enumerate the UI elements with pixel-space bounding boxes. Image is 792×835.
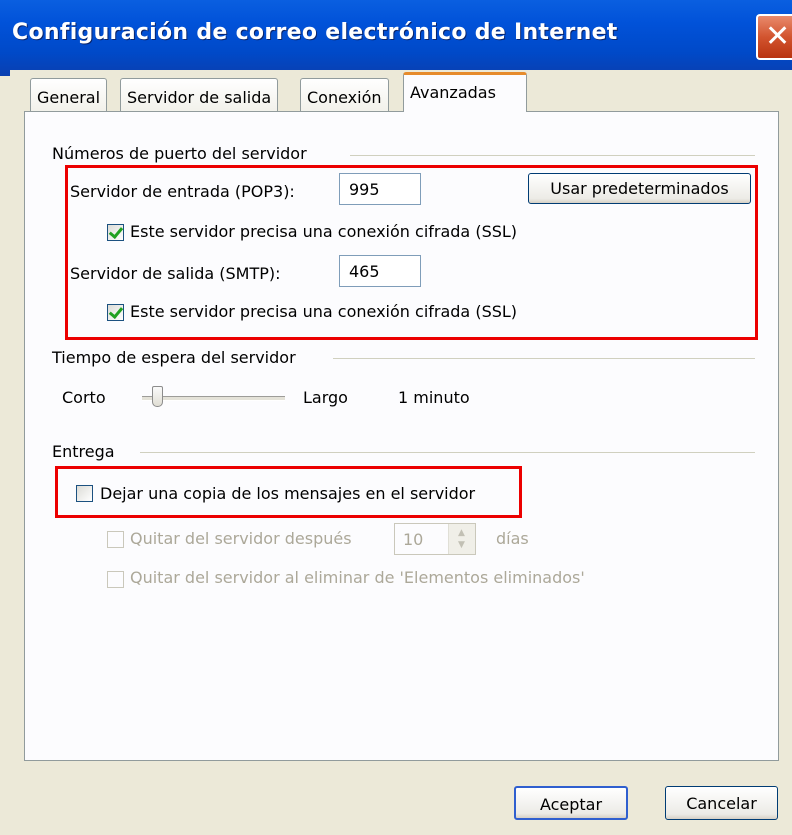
timeout-slider-thumb[interactable] xyxy=(152,386,164,407)
tab-label: Avanzadas xyxy=(410,83,496,102)
spinner-arrows[interactable]: ▲ ▼ xyxy=(448,524,475,554)
close-icon: ✕ xyxy=(765,19,791,54)
tab-outgoing-server[interactable]: Servidor de salida xyxy=(120,78,279,112)
delivery-section-label: Entrega xyxy=(52,442,123,461)
timeout-long-label: Largo xyxy=(303,388,348,407)
timeout-section-label: Tiempo de espera del servidor xyxy=(52,348,304,367)
section-divider xyxy=(333,358,755,359)
days-label: días xyxy=(496,529,529,548)
window-title: Configuración de correo electrónico de I… xyxy=(12,20,618,45)
ports-section-label: Números de puerto del servidor xyxy=(52,144,315,163)
remove-after-label: Quitar del servidor después xyxy=(130,529,352,548)
days-value: 10 xyxy=(403,530,424,549)
delivery-highlight-box xyxy=(55,466,522,518)
tab-general[interactable]: General xyxy=(30,78,108,112)
close-button[interactable]: ✕ xyxy=(756,14,792,60)
section-divider xyxy=(350,155,755,156)
ports-highlight-box xyxy=(65,165,758,340)
remove-on-delete-checkbox[interactable] xyxy=(107,571,124,588)
spin-down-icon[interactable]: ▼ xyxy=(458,541,465,550)
tab-label: Servidor de salida xyxy=(127,88,272,107)
cancel-button[interactable]: Cancelar xyxy=(665,786,778,820)
remove-after-checkbox[interactable] xyxy=(107,531,124,548)
title-bar[interactable]: Configuración de correo electrónico de I… xyxy=(0,0,792,76)
remove-after-days-spinner[interactable]: 10 ▲ ▼ xyxy=(394,523,476,555)
timeout-short-label: Corto xyxy=(62,388,106,407)
spin-up-icon[interactable]: ▲ xyxy=(458,529,465,538)
ok-button[interactable]: Aceptar xyxy=(514,786,628,820)
tab-advanced[interactable]: Avanzadas xyxy=(403,72,527,112)
timeout-slider-track[interactable] xyxy=(142,396,285,401)
timeout-value-label: 1 minuto xyxy=(398,388,470,407)
tab-connection[interactable]: Conexión xyxy=(300,78,389,112)
remove-on-delete-label: Quitar del servidor al eliminar de 'Elem… xyxy=(130,568,585,587)
tab-label: General xyxy=(37,88,101,107)
section-divider xyxy=(140,452,755,453)
tab-label: Conexión xyxy=(307,88,382,107)
